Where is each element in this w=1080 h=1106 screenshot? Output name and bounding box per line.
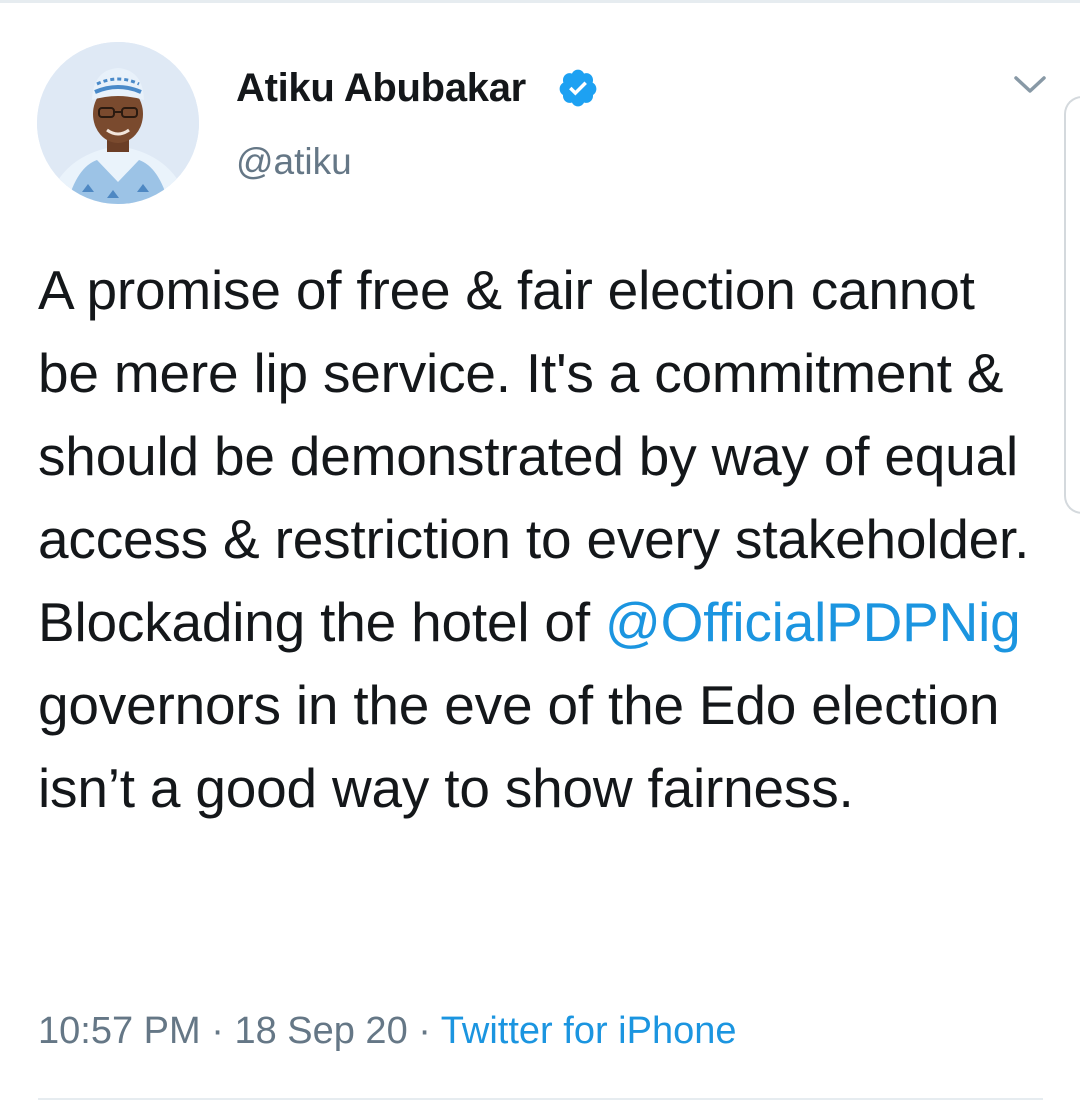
top-divider [0,0,1080,3]
scrollbar-edge [1064,96,1080,514]
tweet-source-link[interactable]: Twitter for iPhone [441,1010,737,1052]
avatar[interactable] [37,42,199,204]
bottom-divider [38,1098,1043,1100]
meta-separator: · [211,1010,224,1052]
chevron-down-icon[interactable] [1010,70,1050,100]
mention-link[interactable]: @OfficialPDPNig [605,591,1021,653]
meta-separator: · [418,1010,431,1052]
author-display-name[interactable]: Atiku Abubakar [236,66,526,111]
tweet-card: Atiku Abubakar @atiku A promise of free … [0,0,1080,1106]
author-handle[interactable]: @atiku [236,141,352,183]
tweet-text: A promise of free & fair election cannot… [38,249,1048,830]
tweet-text-part: governors in the eve of the Edo election… [38,674,1000,819]
verified-badge-icon [559,69,597,107]
tweet-time[interactable]: 10:57 PM [38,1010,201,1052]
tweet-date[interactable]: 18 Sep 20 [234,1010,407,1052]
tweet-meta: 10:57 PM · 18 Sep 20 · Twitter for iPhon… [38,1010,736,1053]
